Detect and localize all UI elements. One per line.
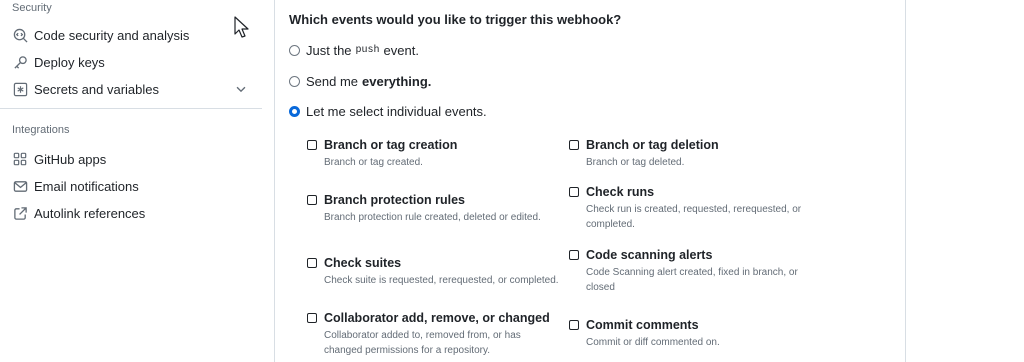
event-checkbox[interactable] bbox=[307, 313, 317, 323]
radio-everything-label: Send me bbox=[306, 74, 359, 89]
integrations-heading: Integrations bbox=[12, 124, 70, 136]
codescan-icon bbox=[12, 27, 28, 43]
security-heading: Security bbox=[12, 2, 52, 14]
sidebar-item-secrets-variables[interactable]: Secrets and variables bbox=[12, 78, 258, 100]
sidebar-item-label: Code security and analysis bbox=[34, 27, 190, 43]
event-description: Check suite is requested, rerequested, o… bbox=[324, 275, 559, 286]
webhook-events-panel: Which events would you like to trigger t… bbox=[274, 0, 906, 362]
event-description: Branch or tag created. bbox=[324, 157, 423, 168]
event-description: Branch or tag deleted. bbox=[586, 157, 685, 168]
event-title: Code scanning alerts bbox=[586, 248, 713, 262]
radio-push-suffix: event. bbox=[383, 43, 419, 58]
sidebar-item-github-apps[interactable]: GitHub apps bbox=[12, 148, 258, 170]
radio-option-push[interactable]: Just the push event. bbox=[289, 43, 419, 58]
event-title: Branch protection rules bbox=[324, 193, 465, 207]
sidebar-item-label: Deploy keys bbox=[34, 54, 105, 70]
chevron-down-icon[interactable] bbox=[234, 82, 248, 96]
sidebar-item-email-notifications[interactable]: Email notifications bbox=[12, 175, 258, 197]
event-checkbox[interactable] bbox=[569, 320, 579, 330]
mouse-cursor-icon bbox=[234, 16, 249, 38]
radio-push[interactable] bbox=[289, 45, 300, 56]
event-title: Commit comments bbox=[586, 318, 699, 332]
event-description: Collaborator added to, removed from, or … bbox=[324, 330, 521, 356]
events-question: Which events would you like to trigger t… bbox=[289, 12, 622, 27]
event-description: Check run is created, requested, rereque… bbox=[586, 204, 802, 230]
event-title: Check suites bbox=[324, 256, 402, 270]
key-icon bbox=[12, 54, 28, 70]
event-checkbox[interactable] bbox=[569, 250, 579, 260]
event-description: Commit or diff commented on. bbox=[586, 337, 720, 348]
event-description: Code Scanning alert created, fixed in br… bbox=[586, 267, 798, 293]
sidebar-item-label: Autolink references bbox=[34, 205, 146, 221]
sidebar-item-autolink-references[interactable]: Autolink references bbox=[12, 202, 258, 224]
sidebar-item-label: Secrets and variables bbox=[34, 81, 160, 97]
sidebar-item-deploy-keys[interactable]: Deploy keys bbox=[12, 51, 258, 73]
event-checkbox[interactable] bbox=[569, 187, 579, 197]
event-checkbox[interactable] bbox=[569, 140, 579, 150]
event-checkbox[interactable] bbox=[307, 258, 317, 268]
sidebar-item-code-security[interactable]: Code security and analysis bbox=[12, 24, 258, 46]
sidebar-item-label: Email notifications bbox=[34, 178, 139, 194]
everything-bold: everything. bbox=[362, 74, 432, 89]
radio-select-label: Let me select individual events. bbox=[306, 104, 487, 119]
event-title: Check runs bbox=[586, 185, 655, 199]
mail-icon bbox=[12, 178, 28, 194]
radio-select[interactable] bbox=[289, 106, 300, 117]
event-checkbox[interactable] bbox=[307, 140, 317, 150]
event-title: Branch or tag creation bbox=[324, 138, 458, 152]
asterisk-box-icon bbox=[12, 81, 28, 97]
event-description: Branch protection rule created, deleted … bbox=[324, 212, 541, 223]
push-code: push bbox=[355, 45, 380, 56]
sidebar-divider bbox=[0, 108, 262, 109]
radio-option-everything[interactable]: Send me everything. bbox=[289, 74, 431, 89]
event-checkbox[interactable] bbox=[307, 195, 317, 205]
apps-icon bbox=[12, 151, 28, 167]
event-title: Branch or tag deletion bbox=[586, 138, 719, 152]
radio-push-label: Just the bbox=[306, 43, 352, 58]
settings-sidebar: Security Code security and analysis Depl… bbox=[0, 0, 262, 362]
radio-everything[interactable] bbox=[289, 76, 300, 87]
link-external-icon bbox=[12, 205, 28, 221]
sidebar-item-label: GitHub apps bbox=[34, 151, 107, 167]
radio-option-select[interactable]: Let me select individual events. bbox=[289, 104, 487, 119]
event-title: Collaborator add, remove, or changed bbox=[324, 311, 550, 325]
